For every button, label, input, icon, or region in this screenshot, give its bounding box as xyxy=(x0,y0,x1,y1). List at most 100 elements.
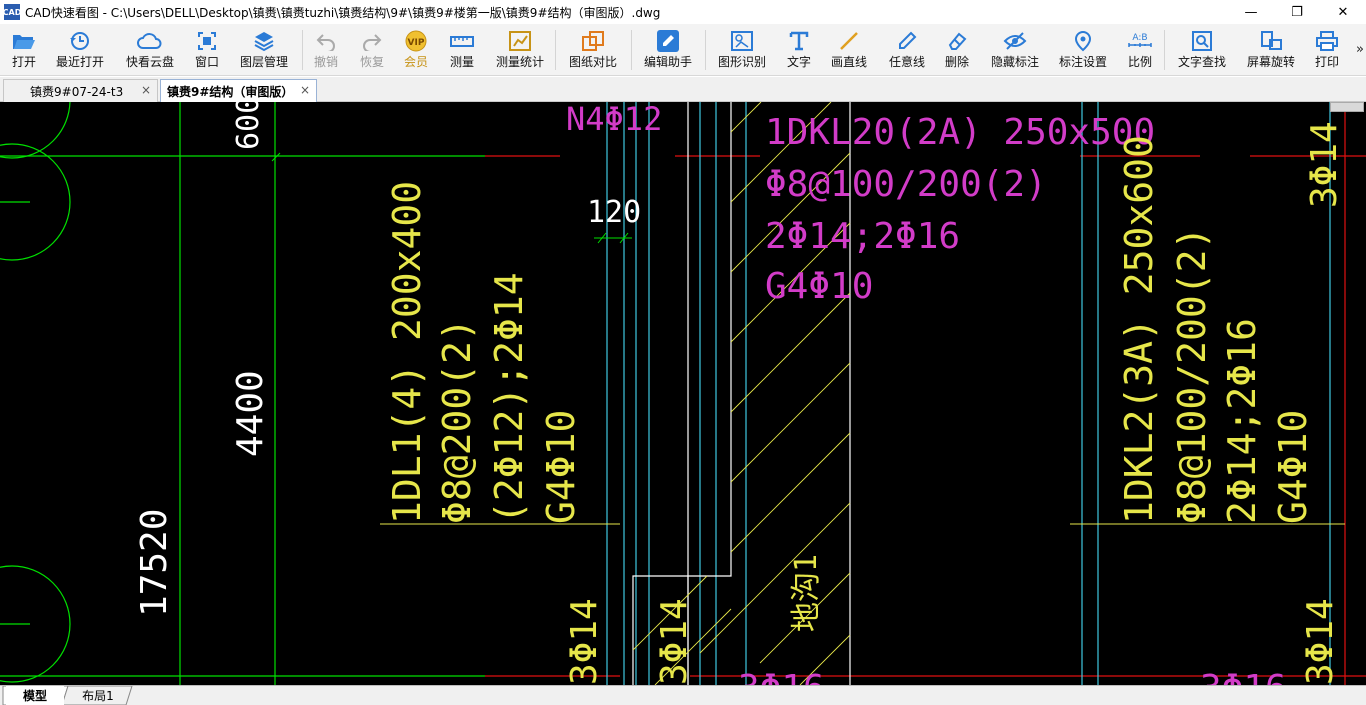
edit-helper-label: 编辑助手 xyxy=(643,55,692,69)
text-label: 文字 xyxy=(786,55,811,69)
hide-annotation-label: 隐藏标注 xyxy=(990,55,1039,69)
tab-label: 镇赉9#07-24-t3 xyxy=(30,84,124,99)
scale-label: 比例 xyxy=(1127,55,1152,69)
cad-drawing: 600 4400 17520 120 N4Φ12 1DKL20(2A) 250x… xyxy=(0,102,1366,685)
dkl20-rebar: 2Φ14;2Φ16 xyxy=(765,216,960,257)
restore-button[interactable]: ❐ xyxy=(1274,0,1320,24)
rebar-3-14-b: 3Φ14 xyxy=(654,598,695,685)
dkl20-stirrup: Φ8@100/200(2) xyxy=(765,164,1047,205)
tab-document-1[interactable]: 镇赉9#07-24-t3 × xyxy=(3,79,158,102)
compare-label: 图纸对比 xyxy=(568,55,617,69)
toolbar-divider xyxy=(631,30,632,70)
hide-annotation-button[interactable]: 隐藏标注 xyxy=(989,27,1041,73)
ruler-icon xyxy=(450,27,474,55)
minimize-button[interactable]: — xyxy=(1228,0,1274,24)
line-button[interactable]: 画直线 xyxy=(829,27,869,73)
measure-button[interactable]: 测量 xyxy=(448,27,476,73)
compare-icon xyxy=(581,27,605,55)
tab-document-2[interactable]: 镇赉9#结构（审图版） × xyxy=(160,79,317,102)
dkl2-side: G4Φ10 xyxy=(1271,410,1315,524)
trench-label: 地沟1 xyxy=(789,554,824,632)
text-search-icon xyxy=(1191,27,1213,55)
layers-label: 图层管理 xyxy=(239,55,288,69)
measure-label: 测量 xyxy=(449,55,474,69)
member-button[interactable]: VIP 会员 xyxy=(402,27,430,73)
measure-stats-icon xyxy=(508,27,532,55)
n4-rebar-text: N4Φ12 xyxy=(566,102,662,138)
compare-button[interactable]: 图纸对比 xyxy=(567,27,619,73)
erase-button[interactable]: 删除 xyxy=(943,27,971,73)
tab-layout1[interactable]: 布局1 xyxy=(68,686,128,705)
dkl20-label: 1DKL20(2A) 250x500 xyxy=(765,112,1155,153)
rebar-3-16-b: 3Φ16 xyxy=(1200,668,1287,685)
freehand-button[interactable]: 任意线 xyxy=(887,27,927,73)
scrollbar-thumb[interactable] xyxy=(1330,102,1364,112)
edit-helper-button[interactable]: 编辑助手 xyxy=(642,27,694,73)
close-window-button[interactable]: ✕ xyxy=(1320,0,1366,24)
dkl2-rebar: 2Φ14;2Φ16 xyxy=(1220,318,1264,524)
scale-icon-text: A:B xyxy=(1132,33,1147,43)
open-button[interactable]: 打开 xyxy=(8,27,40,73)
dl1-rebar: (2Φ12);2Φ14 xyxy=(487,272,531,524)
recent-label: 最近打开 xyxy=(55,55,104,69)
freehand-label: 任意线 xyxy=(888,55,925,69)
eye-off-icon xyxy=(1003,27,1027,55)
cloud-button[interactable]: 快看云盘 xyxy=(124,27,176,73)
rotate-label: 屏幕旋转 xyxy=(1246,55,1295,69)
tab-label: 镇赉9#结构（审图版） xyxy=(167,84,294,99)
shape-recognize-label: 图形识别 xyxy=(717,55,766,69)
toolbar-divider xyxy=(555,30,556,70)
annotation-settings-button[interactable]: 标注设置 xyxy=(1057,27,1109,73)
print-label: 打印 xyxy=(1314,55,1339,69)
rebar-3-14-a: 3Φ14 xyxy=(564,598,605,685)
dkl20-side: G4Φ10 xyxy=(765,266,873,307)
rotate-screen-button[interactable]: 屏幕旋转 xyxy=(1245,27,1297,73)
rotate-icon xyxy=(1259,27,1283,55)
scale-button[interactable]: A:B 比例 xyxy=(1126,27,1154,73)
dkl2-label: 1DKL2(3A) 250x600 xyxy=(1117,135,1161,524)
rebar-3-14-right: 3Φ14 xyxy=(1304,121,1345,208)
redo-button[interactable]: 恢复 xyxy=(358,27,386,73)
toolbar-divider xyxy=(705,30,706,70)
dl1-side: G4Φ10 xyxy=(539,410,583,524)
dim-17520-text: 17520 xyxy=(134,509,175,617)
print-button[interactable]: 打印 xyxy=(1313,27,1341,73)
rebar-3-16-a: 3Φ16 xyxy=(738,668,825,685)
line-label: 画直线 xyxy=(830,55,867,69)
text-tool-icon xyxy=(788,27,810,55)
dim-4400-text: 4400 xyxy=(230,370,271,457)
recent-button[interactable]: 最近打开 xyxy=(54,27,106,73)
edit-helper-icon xyxy=(656,27,680,55)
undo-label: 撤销 xyxy=(313,55,338,69)
undo-icon xyxy=(315,27,337,55)
measure-stats-label: 测量统计 xyxy=(495,55,544,69)
tab-model[interactable]: 模型 xyxy=(6,686,64,705)
text-button[interactable]: 文字 xyxy=(785,27,813,73)
shape-recognize-icon xyxy=(730,27,754,55)
redo-icon xyxy=(361,27,383,55)
folder-open-icon xyxy=(12,27,36,55)
window-button[interactable]: 窗口 xyxy=(193,27,221,73)
layers-button[interactable]: 图层管理 xyxy=(238,27,290,73)
text-search-button[interactable]: 文字查找 xyxy=(1176,27,1228,73)
text-search-label: 文字查找 xyxy=(1177,55,1226,69)
layout-tab-bar: 模型 布局1 xyxy=(0,685,1366,705)
undo-button[interactable]: 撤销 xyxy=(312,27,340,73)
tab-close-icon[interactable]: × xyxy=(300,83,310,97)
document-tab-bar: 镇赉9#07-24-t3 × 镇赉9#结构（审图版） × xyxy=(0,77,1366,102)
tab-close-icon[interactable]: × xyxy=(141,83,151,97)
scale-icon: A:B xyxy=(1127,27,1153,55)
member-label: 会员 xyxy=(403,55,428,69)
drawing-canvas[interactable]: 600 4400 17520 120 N4Φ12 1DKL20(2A) 250x… xyxy=(0,102,1366,685)
open-label: 打开 xyxy=(11,55,36,69)
more-tools-button[interactable]: » xyxy=(1356,42,1364,57)
erase-label: 删除 xyxy=(944,55,969,69)
vip-badge-text: VIP xyxy=(408,38,425,48)
line-icon xyxy=(838,27,860,55)
eraser-icon xyxy=(946,27,968,55)
dl1-stirrup: Φ8@200(2) xyxy=(435,318,479,524)
measure-stats-button[interactable]: 测量统计 xyxy=(494,27,546,73)
window-title: CAD快速看图 - C:\Users\DELL\Desktop\镇赉\镇赉tuz… xyxy=(25,5,661,20)
shape-recognize-button[interactable]: 图形识别 xyxy=(716,27,768,73)
toolbar-divider xyxy=(1164,30,1165,70)
